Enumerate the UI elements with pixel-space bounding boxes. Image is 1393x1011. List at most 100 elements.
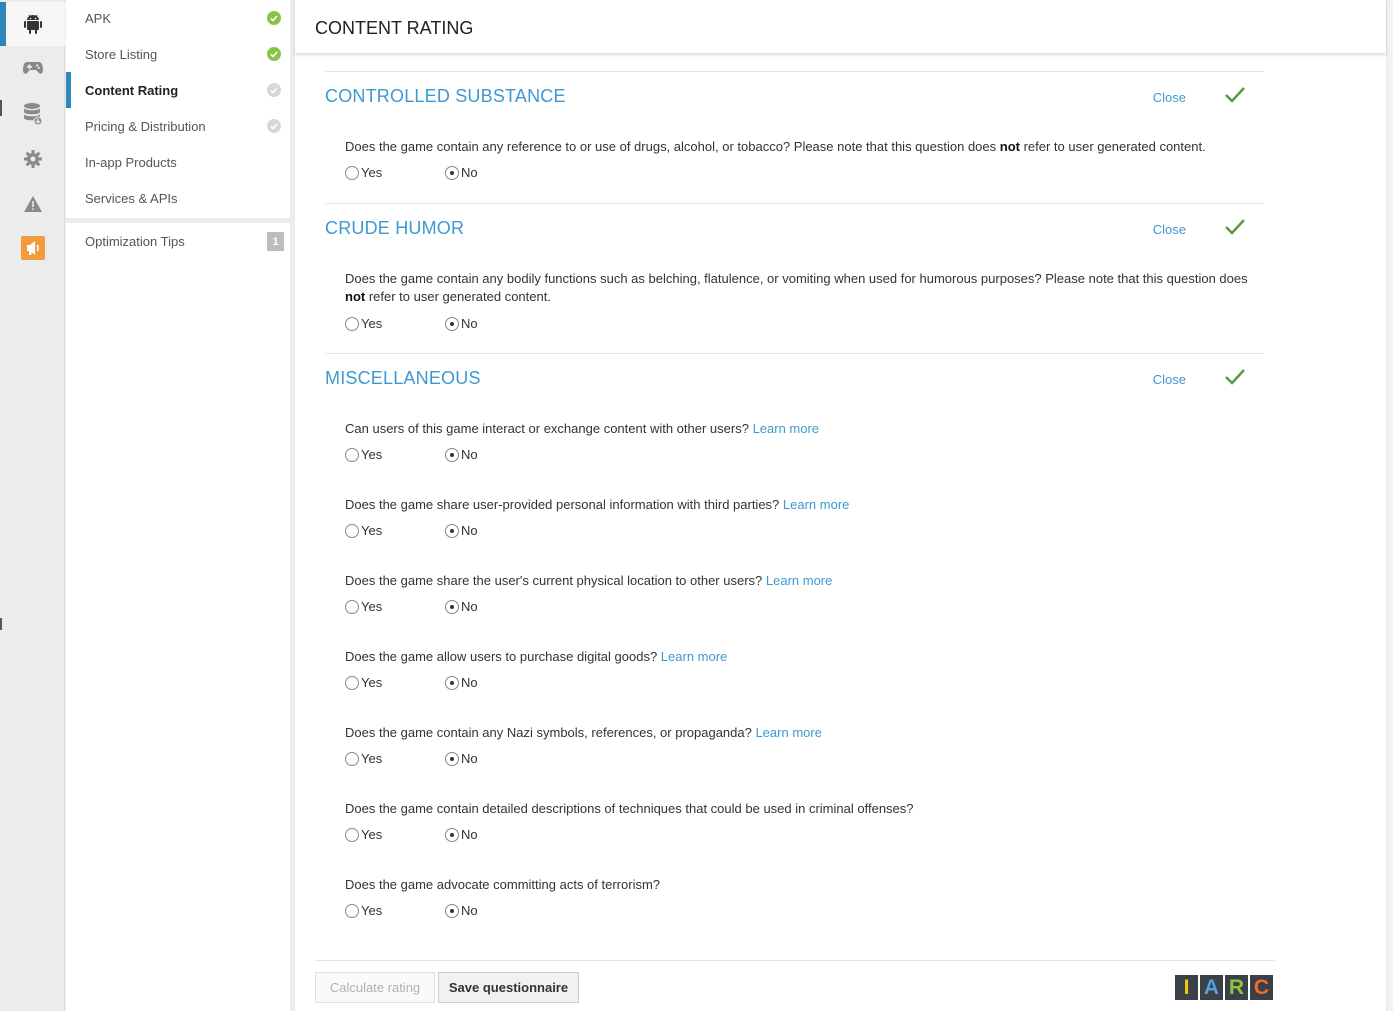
radio-group: Yes No — [345, 903, 1260, 923]
rail-active-indicator — [0, 2, 6, 44]
radio-yes[interactable]: Yes — [345, 316, 382, 331]
radio-no[interactable]: No — [445, 827, 478, 842]
question: Does the game advocate committing acts o… — [345, 876, 1260, 923]
radio-group: Yes No — [345, 675, 1260, 695]
radio-yes[interactable]: Yes — [345, 751, 382, 766]
radio-no[interactable]: No — [445, 447, 478, 462]
section-title[interactable]: CONTROLLED SUBSTANCE — [325, 86, 566, 107]
count-badge: 1 — [267, 232, 284, 251]
sidebar-item-content-rating[interactable]: Content Rating — [66, 72, 290, 108]
question-text: Does the game contain any reference to o… — [345, 139, 1206, 154]
iarc-letter: A — [1200, 975, 1223, 1000]
radio-yes[interactable]: Yes — [345, 827, 382, 842]
sidebar-item-label: Services & APIs — [85, 190, 178, 206]
sidebar-item-services-apis[interactable]: Services & APIs — [66, 180, 290, 216]
section-title[interactable]: MISCELLANEOUS — [325, 368, 481, 389]
question: Does the game share the user's current p… — [345, 572, 1260, 619]
sidebar-item-label: In-app Products — [85, 154, 177, 170]
android-icon — [23, 14, 42, 34]
page-title: CONTENT RATING — [315, 18, 474, 38]
question-text: Does the game contain detailed descripti… — [345, 801, 914, 816]
question: Does the game share user-provided person… — [345, 496, 1260, 543]
announcement-icon — [20, 236, 45, 260]
radio-no[interactable]: No — [445, 523, 478, 538]
radio-yes[interactable]: Yes — [345, 447, 382, 462]
icon-rail — [0, 0, 65, 1011]
pending-check-icon — [267, 83, 281, 97]
sidebar-item-store-listing[interactable]: Store Listing — [66, 36, 290, 72]
radio-group: Yes No — [345, 447, 1260, 467]
sidebar-item-label: Optimization Tips — [85, 233, 185, 249]
radio-no[interactable]: No — [445, 751, 478, 766]
question-text: Does the game contain any Nazi symbols, … — [345, 725, 822, 740]
radio-no[interactable]: No — [445, 165, 478, 180]
page-header: CONTENT RATING — [295, 0, 1386, 53]
close-link[interactable]: Close — [1153, 90, 1186, 105]
section-miscellaneous: MISCELLANEOUS Close Can users of this ga… — [325, 353, 1264, 953]
rail-alerts[interactable] — [0, 182, 65, 226]
sidebar-item-label: Content Rating — [85, 82, 179, 98]
rail-data[interactable] — [0, 92, 65, 136]
radio-yes[interactable]: Yes — [345, 903, 382, 918]
close-link[interactable]: Close — [1153, 372, 1186, 387]
question-text: Does the game advocate committing acts o… — [345, 877, 661, 892]
question: Does the game contain detailed descripti… — [345, 800, 1260, 847]
radio-no[interactable]: No — [445, 903, 478, 918]
radio-no[interactable]: No — [445, 599, 478, 614]
rail-games[interactable] — [0, 46, 65, 90]
footer-divider — [315, 960, 1275, 961]
gamepad-icon — [22, 61, 43, 75]
sidebar-item-label: Pricing & Distribution — [85, 118, 206, 134]
sidebar-item-optimization-tips[interactable]: Optimization Tips 1 — [66, 223, 290, 259]
question: Does the game contain any reference to o… — [345, 138, 1260, 185]
sidebar-nav: APK Store Listing Content Rating Pricing… — [66, 0, 290, 1011]
radio-no[interactable]: No — [445, 316, 478, 331]
radio-yes[interactable]: Yes — [345, 165, 382, 180]
rail-edge-mark — [0, 100, 2, 116]
pending-check-icon — [267, 119, 281, 133]
learn-more-link[interactable]: Learn more — [661, 649, 727, 664]
section-title[interactable]: CRUDE HUMOR — [325, 218, 464, 239]
radio-group: Yes No — [345, 523, 1260, 543]
question-text: Does the game share the user's current p… — [345, 573, 833, 588]
iarc-letter: C — [1250, 975, 1273, 1000]
radio-yes[interactable]: Yes — [345, 523, 382, 538]
warning-icon — [23, 196, 42, 212]
sidebar-item-in-app-products[interactable]: In-app Products — [66, 144, 290, 180]
section-crude-humor: CRUDE HUMOR Close Does the game contain … — [325, 203, 1264, 353]
close-link[interactable]: Close — [1153, 222, 1186, 237]
learn-more-link[interactable]: Learn more — [766, 573, 832, 588]
radio-no[interactable]: No — [445, 675, 478, 690]
learn-more-link[interactable]: Learn more — [755, 725, 821, 740]
database-download-icon — [23, 103, 42, 125]
question: Can users of this game interact or excha… — [345, 420, 1260, 467]
section-complete-check-icon — [1224, 86, 1246, 107]
sidebar-item-pricing-distribution[interactable]: Pricing & Distribution — [66, 108, 290, 144]
section-complete-check-icon — [1224, 368, 1246, 389]
scrollbar[interactable] — [1386, 0, 1393, 1011]
question: Does the game contain any Nazi symbols, … — [345, 724, 1260, 771]
learn-more-link[interactable]: Learn more — [753, 421, 819, 436]
main-panel: CONTENT RATING CONTROLLED SUBSTANCE Clos… — [295, 0, 1393, 1011]
sidebar-item-apk[interactable]: APK — [66, 0, 290, 36]
rail-settings[interactable] — [0, 137, 65, 181]
complete-check-icon — [267, 11, 281, 25]
rail-android[interactable] — [0, 2, 65, 46]
question-text: Does the game share user-provided person… — [345, 497, 850, 512]
sidebar-item-label: APK — [85, 10, 112, 26]
radio-group: Yes No — [345, 599, 1260, 619]
radio-group: Yes No — [345, 316, 1260, 336]
iarc-letter: I — [1175, 975, 1198, 1000]
save-questionnaire-button[interactable]: Save questionnaire — [438, 972, 579, 1003]
iarc-letter: R — [1225, 975, 1248, 1000]
complete-check-icon — [267, 47, 281, 61]
radio-yes[interactable]: Yes — [345, 599, 382, 614]
radio-group: Yes No — [345, 827, 1260, 847]
rail-edge-mark — [0, 618, 2, 630]
question-text: Does the game contain any bodily functio… — [345, 271, 1248, 304]
radio-yes[interactable]: Yes — [345, 675, 382, 690]
section-controlled-substance: CONTROLLED SUBSTANCE Close Does the game… — [325, 71, 1264, 203]
rail-announcements[interactable] — [0, 226, 65, 270]
learn-more-link[interactable]: Learn more — [783, 497, 849, 512]
calculate-rating-button[interactable]: Calculate rating — [315, 972, 435, 1003]
